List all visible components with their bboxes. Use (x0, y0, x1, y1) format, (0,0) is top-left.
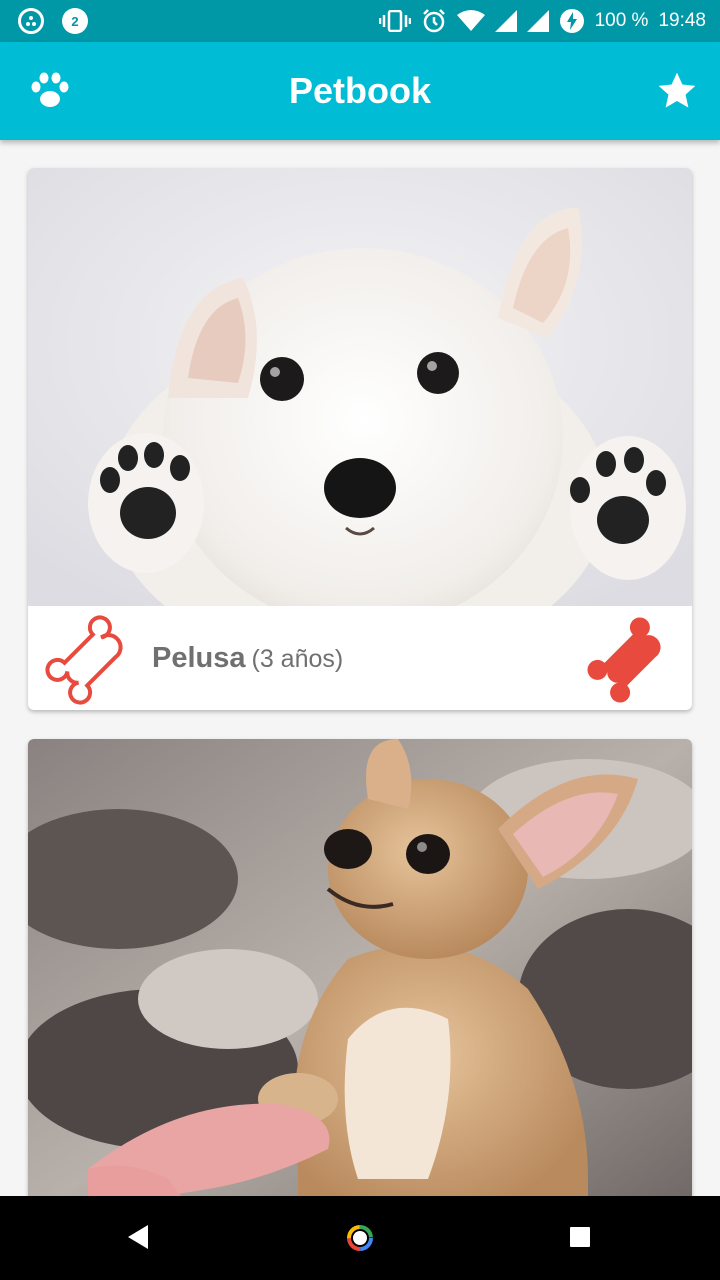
wifi-icon (456, 10, 485, 31)
star-icon[interactable] (656, 70, 698, 112)
app-bar: Petbook (0, 42, 720, 140)
home-icon[interactable] (346, 1224, 374, 1252)
pet-feed[interactable]: Pelusa (3 años) (0, 140, 720, 1196)
clock: 19:48 (658, 10, 706, 31)
app-title: Petbook (288, 70, 431, 111)
sync-icon (18, 8, 44, 34)
vibrate-icon (378, 10, 411, 32)
alarm-icon (422, 9, 445, 33)
navigation-bar (0, 1196, 720, 1280)
battery-charging-icon (559, 9, 584, 33)
pet-name: Pelusa (152, 642, 246, 674)
bone-outline-icon[interactable] (44, 614, 136, 706)
pet-card-footer: Pelusa (3 años) (28, 606, 692, 710)
bone-filled-icon[interactable] (584, 614, 676, 706)
pet-age: (3 años) (251, 645, 344, 673)
pet-info: Pelusa (3 años) (152, 606, 343, 710)
pet-card[interactable] (28, 739, 692, 1196)
signal-icon (526, 10, 549, 32)
notification-badge-icon: 2 (62, 8, 88, 34)
pet-card[interactable]: Pelusa (3 años) (28, 168, 692, 710)
pet-photo[interactable] (28, 168, 692, 606)
recents-icon[interactable] (570, 1227, 590, 1247)
battery-level: 100 % (594, 10, 649, 31)
back-icon[interactable] (126, 1224, 150, 1250)
signal-icon (494, 10, 517, 32)
pet-photo[interactable] (28, 739, 692, 1196)
status-bar: 2 100 % 19:48 (0, 0, 720, 42)
